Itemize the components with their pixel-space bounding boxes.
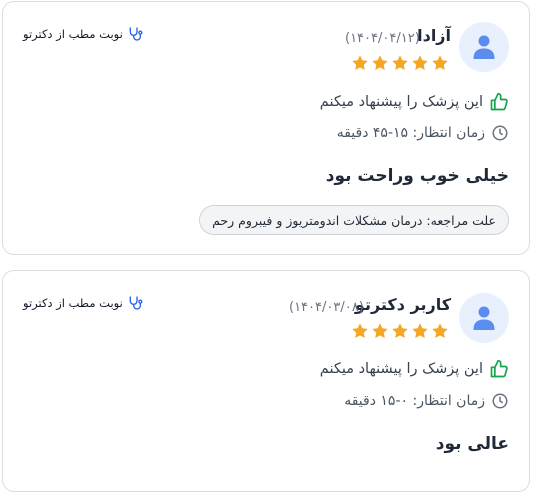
recommend-row: این پزشک را پیشنهاد میکنم: [320, 92, 509, 112]
reviewer-name: کاربر دکترتو: [354, 295, 451, 314]
review-card: کاربر دکترتو (۱۴۰۴/۰۳/۰۸) نوبت مطب از دک…: [2, 270, 530, 492]
visit-reason-chip: علت مراجعه: درمان مشکلات اندومتریوز و فی…: [199, 205, 509, 235]
star-icon: [351, 54, 369, 72]
review-date: (۱۴۰۴/۰۳/۰۸): [289, 300, 364, 315]
booking-source-label: نوبت مطب از دکترتو: [23, 296, 123, 310]
avatar: [459, 22, 509, 72]
visit-reason-text: علت مراجعه: درمان مشکلات اندومتریوز و فی…: [212, 212, 496, 228]
review-date: (۱۴۰۴/۰۴/۱۲): [345, 31, 420, 46]
star-icon: [391, 322, 409, 340]
user-icon: [473, 306, 495, 330]
wait-time-row: زمان انتظار: ۱۵-۴۵ دقیقه: [337, 124, 509, 142]
rating-stars: [351, 54, 449, 72]
star-icon: [411, 54, 429, 72]
wait-time-text: زمان انتظار: ۱۵-۴۵ دقیقه: [336, 125, 485, 141]
review-card: آزادا (۱۴۰۴/۰۴/۱۲) نوبت مطب از دکترتو ای…: [2, 1, 530, 255]
thumbs-up-icon: [490, 359, 508, 378]
wait-time-row: زمان انتظار: ۰-۱۵ دقیقه: [344, 392, 509, 410]
user-icon: [473, 35, 495, 59]
star-icon: [391, 54, 409, 72]
recommend-row: این پزشک را پیشنهاد میکنم: [320, 359, 509, 379]
clock-icon: [492, 393, 508, 409]
recommend-text: این پزشک را پیشنهاد میکنم: [319, 361, 483, 377]
review-comment: خیلی خوب وراحت بود: [325, 166, 509, 186]
star-icon: [411, 322, 429, 340]
stethoscope-icon: [129, 296, 143, 310]
stethoscope-icon: [129, 27, 143, 41]
review-comment: عالی بود: [435, 434, 509, 454]
booking-source-label: نوبت مطب از دکترتو: [23, 27, 123, 41]
clock-icon: [492, 125, 508, 141]
avatar: [459, 293, 509, 343]
star-icon: [431, 322, 449, 340]
wait-time-text: زمان انتظار: ۰-۱۵ دقیقه: [344, 393, 485, 409]
star-icon: [431, 54, 449, 72]
rating-stars: [351, 322, 449, 340]
reviewer-name: آزادا: [417, 26, 451, 45]
booking-source: نوبت مطب از دکترتو: [23, 295, 143, 311]
star-icon: [371, 54, 389, 72]
recommend-text: این پزشک را پیشنهاد میکنم: [319, 94, 483, 110]
star-icon: [371, 322, 389, 340]
booking-source: نوبت مطب از دکترتو: [23, 26, 143, 42]
thumbs-up-icon: [490, 92, 508, 111]
star-icon: [351, 322, 369, 340]
